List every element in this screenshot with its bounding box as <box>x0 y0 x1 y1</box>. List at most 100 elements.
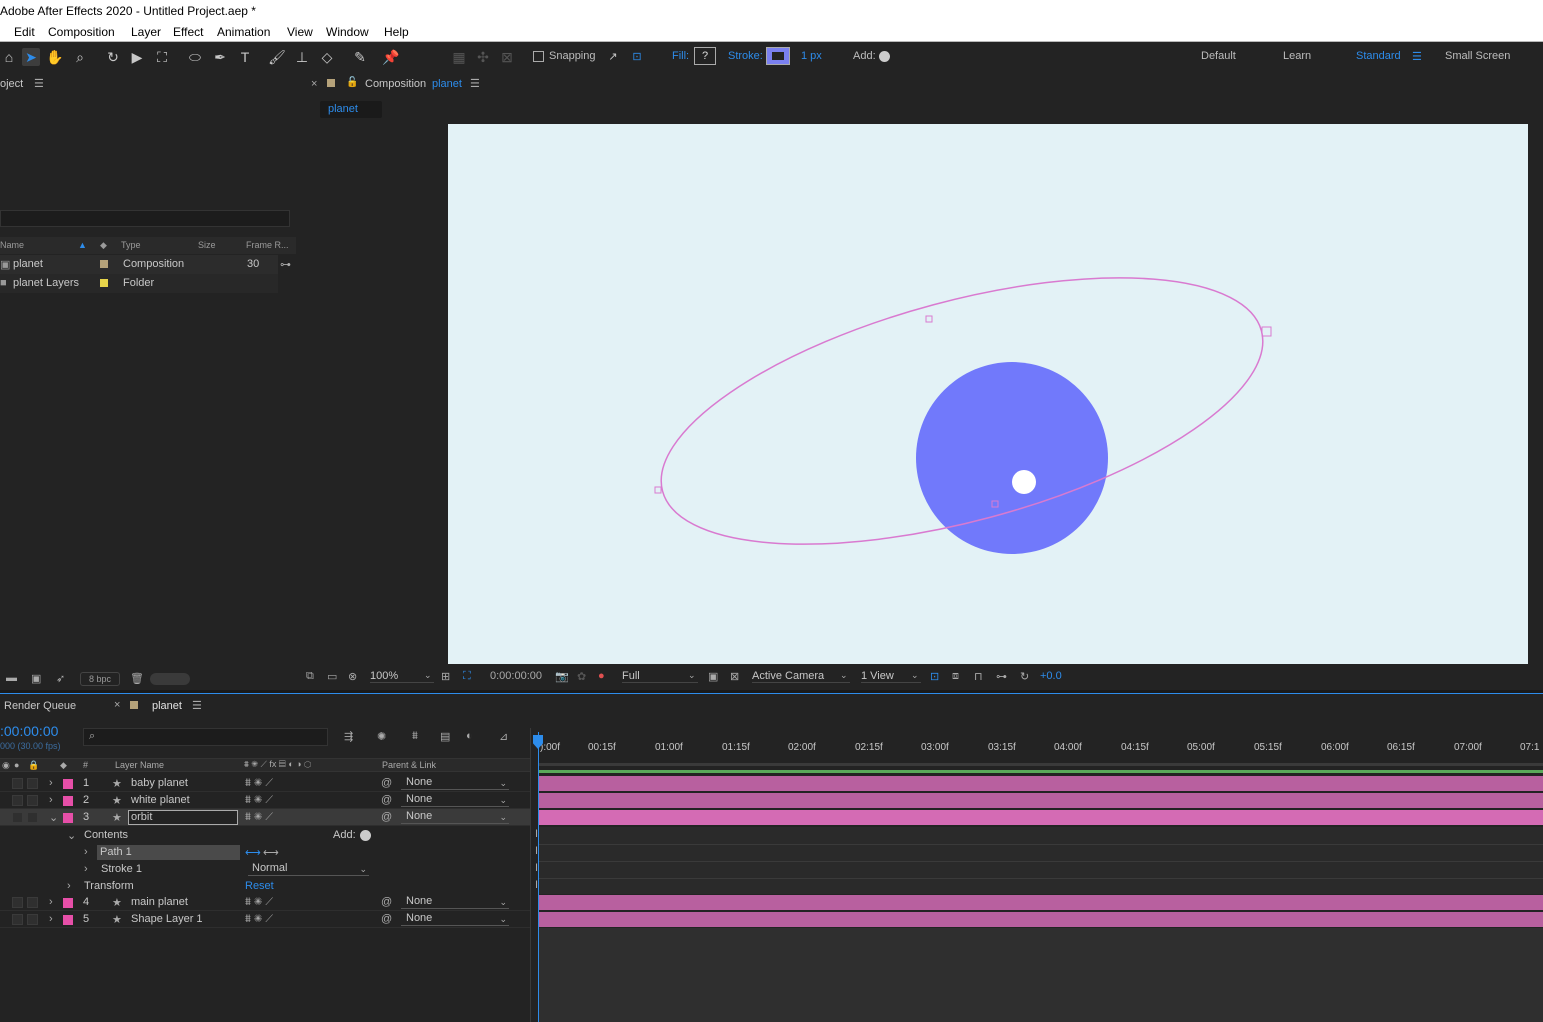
view-layout-dropdown[interactable]: 1 View ⌄ <box>861 670 921 683</box>
layer-name[interactable]: white planet <box>131 794 190 806</box>
render-icon[interactable]: ➶ <box>56 672 65 685</box>
layer-row[interactable]: › 1 ★ baby planet ⩩ ✺ ⟋ @ None ⌄ <box>0 775 530 792</box>
parent-dropdown[interactable]: None ⌄ <box>401 912 509 926</box>
thumbnail-slider[interactable] <box>150 673 190 685</box>
collapse-chevron-icon[interactable]: ⌄ <box>67 829 76 842</box>
camera-tool-icon[interactable]: ▶ <box>128 48 146 66</box>
current-time-display[interactable]: :00:00:00 <box>0 723 58 739</box>
col-name[interactable]: Name <box>0 240 24 250</box>
col-frame-rate[interactable]: Frame R... <box>246 240 289 250</box>
pen-tool-icon[interactable]: ✒ <box>211 48 229 66</box>
layer-row-selected[interactable]: ⌄ 3 ★ orbit ⩩ ✺ ⟋ @ None ⌄ <box>0 809 530 826</box>
menu-window[interactable]: Window <box>326 25 369 39</box>
close-icon[interactable]: × <box>311 78 317 90</box>
exposure-value[interactable]: +0.0 <box>1040 670 1062 682</box>
lock-toggle[interactable] <box>27 897 38 908</box>
stroke-width-value[interactable]: 1 px <box>801 50 822 62</box>
collapse-chevron-icon[interactable]: ⌄ <box>49 811 58 824</box>
label-tag-icon[interactable]: ◆ <box>100 240 107 251</box>
parent-dropdown[interactable]: None ⌄ <box>401 776 509 790</box>
add-menu-icon[interactable] <box>360 830 371 841</box>
bit-depth-button[interactable]: 8 bpc <box>80 672 120 686</box>
parent-dropdown[interactable]: None ⌄ <box>401 810 509 824</box>
menu-edit[interactable]: Edit <box>14 25 35 39</box>
layer-name[interactable]: baby planet <box>131 777 188 789</box>
pickwhip-icon[interactable]: @ <box>381 913 392 925</box>
layer-switches-icons[interactable]: ⩩ ✺ ⟋ <box>245 913 273 926</box>
expand-chevron-icon[interactable]: › <box>67 880 71 892</box>
viewer-timecode[interactable]: 0:00:00:00 <box>490 670 542 682</box>
layer-duration-bar[interactable] <box>538 912 1543 927</box>
camera-dropdown[interactable]: Active Camera ⌄ <box>752 670 850 683</box>
eraser-tool-icon[interactable]: ◇ <box>318 48 336 66</box>
layer-duration-bar[interactable] <box>538 895 1543 910</box>
stroke-swatch[interactable] <box>766 47 790 65</box>
layer-label-swatch[interactable] <box>63 779 73 789</box>
layer-label-swatch[interactable] <box>63 915 73 925</box>
timeline-splitter[interactable] <box>530 728 531 1022</box>
property-path[interactable]: › Path 1 ⟷ ⟷ <box>0 844 530 861</box>
layer-duration-bar-selected[interactable] <box>538 810 1543 825</box>
add-menu-icon[interactable] <box>879 51 890 62</box>
new-composition-icon[interactable]: ▣ <box>31 672 41 685</box>
snap-edges-icon[interactable]: ↗ <box>604 48 622 66</box>
flowchart-icon[interactable]: ⊶ <box>996 670 1007 683</box>
brush-tool-icon[interactable]: 🖌 <box>268 48 286 66</box>
snap-features-icon[interactable]: ⊡ <box>628 48 646 66</box>
rotation-tool-icon[interactable]: ↻ <box>104 48 122 66</box>
layer-name-edit-field[interactable]: orbit <box>128 810 238 825</box>
expand-chevron-icon[interactable]: › <box>49 913 53 925</box>
layer-row[interactable]: › 5 ★ Shape Layer 1 ⩩ ✺ ⟋ @ None ⌄ <box>0 911 530 928</box>
workspace-small-screen[interactable]: Small Screen <box>1445 50 1510 62</box>
motion-blur-icon[interactable]: ◐ <box>466 730 473 742</box>
layer-row[interactable]: › 2 ★ white planet ⩩ ✺ ⟋ @ None ⌄ <box>0 792 530 809</box>
toggle-mask-icon[interactable]: ⊠ <box>730 670 739 683</box>
lock-toggle[interactable] <box>27 795 38 806</box>
timeline-toggle-icon[interactable]: ⧈ <box>952 670 959 683</box>
expand-chevron-icon[interactable]: › <box>49 896 53 908</box>
video-toggle[interactable] <box>12 812 23 823</box>
tab-planet[interactable]: planet <box>152 700 182 712</box>
path-direction-icon[interactable]: ⟷ <box>245 846 261 859</box>
lock-toggle[interactable] <box>27 812 38 823</box>
expand-chevron-icon[interactable]: › <box>84 846 88 858</box>
fill-swatch[interactable]: ? <box>694 47 716 65</box>
sort-ascending-icon[interactable]: ▲ <box>78 240 87 250</box>
layer-name[interactable]: main planet <box>131 896 188 908</box>
pickwhip-icon[interactable]: @ <box>381 896 392 908</box>
snapshot-icon[interactable]: 📷 <box>555 670 569 683</box>
layer-switches-icons[interactable]: ⩩ ✺ ⟋ <box>245 811 273 824</box>
layer-label-swatch[interactable] <box>63 898 73 908</box>
main-planet-shape[interactable] <box>916 362 1108 554</box>
project-panel-menu-icon[interactable]: ☰ <box>34 77 44 90</box>
layer-name[interactable]: Shape Layer 1 <box>131 913 203 925</box>
video-toggle[interactable] <box>12 897 23 908</box>
path-vertex-handle[interactable] <box>925 315 933 323</box>
solo-icon[interactable]: ● <box>14 760 19 770</box>
col-size[interactable]: Size <box>198 240 216 250</box>
pickwhip-icon[interactable]: @ <box>381 777 392 789</box>
menu-effect[interactable]: Effect <box>173 25 203 39</box>
layer-duration-bar[interactable] <box>538 776 1543 791</box>
layer-row[interactable]: › 4 ★ main planet ⩩ ✺ ⟋ @ None ⌄ <box>0 894 530 911</box>
video-switch-icon[interactable]: ◉ <box>2 760 10 771</box>
roto-brush-tool-icon[interactable]: ✎ <box>351 48 369 66</box>
menu-composition[interactable]: Composition <box>48 25 115 39</box>
path-direction-reverse-icon[interactable]: ⟷ <box>263 846 279 859</box>
layer-switches-icons[interactable]: ⩩ ✺ ⟋ <box>245 777 273 790</box>
layer-switches-icons[interactable]: ⩩ ✺ ⟋ <box>245 896 273 909</box>
video-toggle[interactable] <box>12 778 23 789</box>
path-vertex-handle[interactable] <box>1261 326 1272 337</box>
blend-mode-dropdown[interactable]: Normal ⌄ <box>248 862 369 876</box>
workspace-menu-icon[interactable]: ☰ <box>1412 50 1422 63</box>
project-search-input[interactable] <box>0 210 290 227</box>
menu-view[interactable]: View <box>287 25 313 39</box>
flowchart-icon[interactable]: ⊶ <box>280 258 291 271</box>
always-preview-icon[interactable]: ⧉ <box>306 670 314 683</box>
shy-layers-icon[interactable]: ⩩ <box>412 730 418 743</box>
col-parent-link[interactable]: Parent & Link <box>382 760 436 770</box>
comp-navigator-tab[interactable]: planet <box>320 101 382 118</box>
label-swatch[interactable] <box>100 260 108 268</box>
layer-label-swatch[interactable] <box>63 796 73 806</box>
expand-chevron-icon[interactable]: › <box>84 863 88 875</box>
